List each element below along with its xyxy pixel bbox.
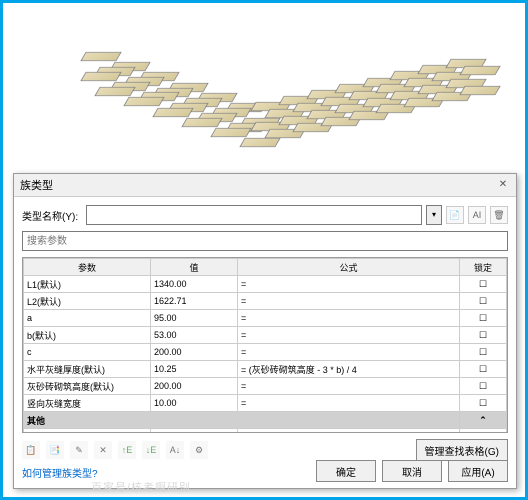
cell-p[interactable]: L端部水泥砂浆体积(默认)	[24, 429, 151, 434]
sort-icon[interactable]: A↓	[166, 441, 184, 459]
lock-checkbox[interactable]: ☐	[460, 310, 507, 327]
lock-checkbox[interactable]: ☐	[460, 395, 507, 412]
cell-p[interactable]: c	[24, 344, 151, 361]
lock-checkbox[interactable]: ☐	[460, 276, 507, 293]
col-value: 值	[151, 259, 238, 276]
table-row[interactable]: L端部水泥砂浆体积(默认)0.032= (L1 * c + (L2 - c) *…	[24, 429, 507, 434]
section-header: 其他	[24, 412, 460, 429]
edit-param-icon[interactable]: ✎	[70, 441, 88, 459]
type-name-label: 类型名称(Y):	[22, 208, 82, 223]
lock-checkbox[interactable]: ☐	[460, 378, 507, 395]
col-formula: 公式	[238, 259, 460, 276]
table-row[interactable]: 水平灰缝厚度(默认)10.25= (灰砂砖砌筑高度 - 3 * b) / 4☐	[24, 361, 507, 378]
cancel-button[interactable]: 取消	[382, 460, 442, 482]
type-dropdown-icon[interactable]: ▾	[426, 205, 442, 225]
ok-button[interactable]: 确定	[316, 460, 376, 482]
apply-button[interactable]: 应用(A)	[448, 460, 508, 482]
cell-f[interactable]: =	[238, 276, 460, 293]
cell-v[interactable]: 10.25	[151, 361, 238, 378]
table-row[interactable]: L1(默认)1340.00=☐	[24, 276, 507, 293]
move-down-icon[interactable]: ↓E	[142, 441, 160, 459]
add-shared-icon[interactable]: 📑	[46, 441, 64, 459]
col-lock: 锁定	[460, 259, 507, 276]
brick-wall-model	[63, 13, 463, 173]
cell-f[interactable]: =	[238, 327, 460, 344]
cell-f[interactable]: =	[238, 293, 460, 310]
table-row[interactable]: c200.00=☐	[24, 344, 507, 361]
help-link[interactable]: 如何管理族类型?	[22, 465, 98, 480]
cell-v[interactable]: 1622.71	[151, 293, 238, 310]
cell-p[interactable]: 水平灰缝厚度(默认)	[24, 361, 151, 378]
lock-checkbox[interactable]: ☐	[460, 429, 507, 434]
param-toolbar: 📋 📑 ✎ ✕ ↑E ↓E A↓ ⚙ 管理查找表格(G)	[22, 439, 508, 461]
cell-f[interactable]: = (灰砂砖砌筑高度 - 3 * b) / 4	[238, 361, 460, 378]
cell-v[interactable]: 200.00	[151, 378, 238, 395]
table-row[interactable]: 灰砂砖砌筑高度(默认)200.00=☐	[24, 378, 507, 395]
manage-lookup-button[interactable]: 管理查找表格(G)	[416, 439, 508, 461]
family-types-dialog: 族类型 ✕ 类型名称(Y): ▾ 📄 AI 🗑 参数 值 公式 锁定 L1(默认…	[13, 173, 517, 489]
cell-v[interactable]: 95.00	[151, 310, 238, 327]
cell-f[interactable]: = (L1 * c + (L2 - c) * c) * 灰砂砖砌筑高度 - a	[238, 429, 460, 434]
lock-checkbox[interactable]: ☐	[460, 344, 507, 361]
type-name-input[interactable]	[86, 205, 422, 225]
lock-checkbox[interactable]: ☐	[460, 327, 507, 344]
col-param: 参数	[24, 259, 151, 276]
cell-f[interactable]: =	[238, 310, 460, 327]
cell-p[interactable]: 竖向灰缝宽度	[24, 395, 151, 412]
dialog-title: 族类型	[20, 177, 53, 193]
move-up-icon[interactable]: ↑E	[118, 441, 136, 459]
delete-icon[interactable]: 🗑	[490, 206, 508, 224]
cell-f[interactable]: =	[238, 395, 460, 412]
table-row[interactable]: a95.00=☐	[24, 310, 507, 327]
cell-v[interactable]: 200.00	[151, 344, 238, 361]
cell-p[interactable]: L2(默认)	[24, 293, 151, 310]
cell-p[interactable]: 灰砂砖砌筑高度(默认)	[24, 378, 151, 395]
lock-checkbox[interactable]: ☐	[460, 361, 507, 378]
delete-param-icon[interactable]: ✕	[94, 441, 112, 459]
close-icon[interactable]: ✕	[496, 178, 510, 192]
cell-v[interactable]: 53.00	[151, 327, 238, 344]
cell-v[interactable]: 1340.00	[151, 276, 238, 293]
parameters-grid[interactable]: 参数 值 公式 锁定 L1(默认)1340.00=☐L2(默认)1622.71=…	[22, 257, 508, 433]
section-collapse-icon[interactable]: ⌃	[460, 412, 507, 429]
cell-v[interactable]: 10.00	[151, 395, 238, 412]
lock-checkbox[interactable]: ☐	[460, 293, 507, 310]
dialog-titlebar: 族类型 ✕	[14, 174, 516, 197]
filter-icon[interactable]: ⚙	[190, 441, 208, 459]
table-row[interactable]: b(默认)53.00=☐	[24, 327, 507, 344]
rename-icon[interactable]: AI	[468, 206, 486, 224]
cell-p[interactable]: a	[24, 310, 151, 327]
search-input[interactable]	[22, 231, 508, 251]
table-row[interactable]: 竖向灰缝宽度10.00=☐	[24, 395, 507, 412]
new-type-icon[interactable]: 📄	[446, 206, 464, 224]
table-row[interactable]: L2(默认)1622.71=☐	[24, 293, 507, 310]
cell-v[interactable]: 0.032	[151, 429, 238, 434]
cell-f[interactable]: =	[238, 344, 460, 361]
cell-f[interactable]: =	[238, 378, 460, 395]
add-param-icon[interactable]: 📋	[22, 441, 40, 459]
cell-p[interactable]: b(默认)	[24, 327, 151, 344]
cell-p[interactable]: L1(默认)	[24, 276, 151, 293]
